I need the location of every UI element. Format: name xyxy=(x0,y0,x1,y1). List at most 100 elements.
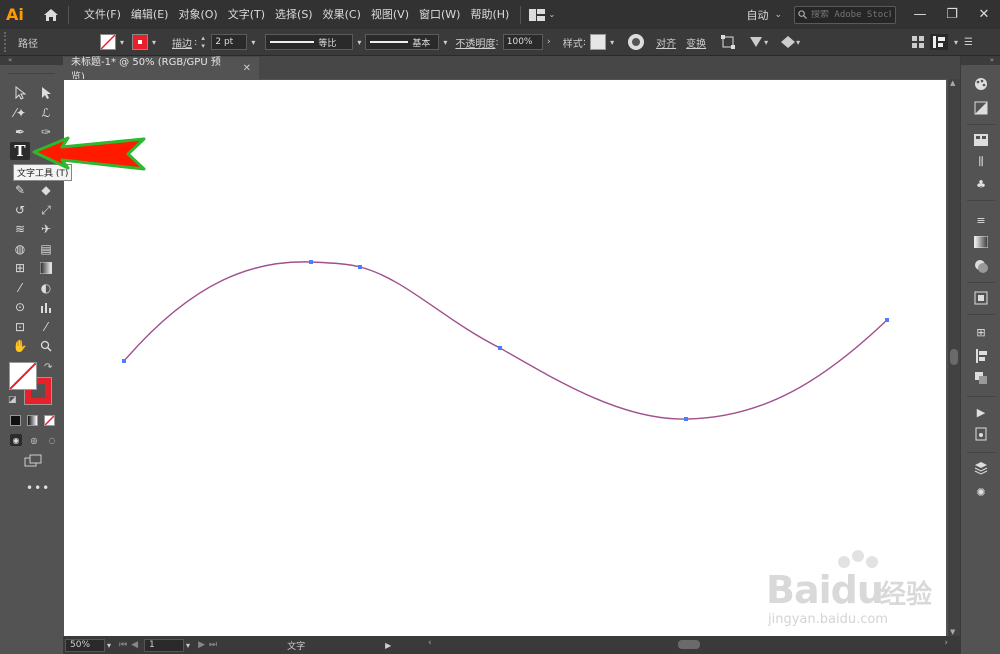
menu-edit[interactable]: 编辑(E) xyxy=(126,0,174,29)
pen-tool-icon[interactable]: ✒ xyxy=(10,123,30,141)
artwork[interactable] xyxy=(64,80,946,636)
symbols-icon[interactable]: ♣ xyxy=(972,176,990,192)
swap-colors-icon[interactable]: ↷ xyxy=(44,362,52,373)
status-menu-icon[interactable]: ▶ xyxy=(385,641,391,650)
minimize-button[interactable]: — xyxy=(904,0,936,29)
menu-select[interactable]: 选择(S) xyxy=(270,0,318,29)
chevron-down-icon[interactable]: ▾ xyxy=(116,34,128,50)
swatches-icon[interactable] xyxy=(972,132,990,148)
graphic-style-swatch[interactable] xyxy=(590,34,607,50)
control-bar-grip[interactable] xyxy=(4,32,12,52)
search-input[interactable] xyxy=(811,9,891,20)
puppet-warp-tool-icon[interactable]: ✈ xyxy=(36,220,56,238)
stroke-stepper[interactable]: ▴ ▾ xyxy=(201,34,211,50)
document-tab[interactable]: 未标题-1* @ 50% (RGB/GPU 预览) ✕ xyxy=(63,57,259,83)
menu-type[interactable]: 文字(T) xyxy=(223,0,270,29)
panel-grip[interactable] xyxy=(8,66,55,74)
last-artboard-icon[interactable]: ⏭ xyxy=(209,640,217,650)
selection-tool-icon[interactable] xyxy=(10,84,30,102)
next-artboard-icon[interactable]: ▶ xyxy=(198,640,205,650)
home-icon[interactable] xyxy=(40,4,62,26)
gradient-tool-icon[interactable] xyxy=(36,259,56,277)
draw-inside-icon[interactable]: ◌ xyxy=(46,434,58,446)
opacity-field[interactable]: 100% xyxy=(502,34,543,50)
chevron-down-icon[interactable]: ▾ xyxy=(148,34,160,50)
arrange-icon[interactable] xyxy=(912,36,924,48)
warp-tool-icon[interactable]: ≋ xyxy=(10,220,30,238)
chevron-down-icon[interactable]: ▾ xyxy=(954,38,958,47)
arrange-documents-button[interactable]: ⌄ xyxy=(527,4,557,26)
chevron-right-icon[interactable]: › xyxy=(543,34,555,50)
collapse-panel-icon[interactable]: « xyxy=(0,56,63,65)
direct-selection-tool-icon[interactable] xyxy=(36,84,56,102)
actions-play-icon[interactable]: ▶ xyxy=(972,404,990,420)
transform-label[interactable]: 变换 xyxy=(686,35,706,50)
brush-definition[interactable]: 基本 xyxy=(365,34,440,50)
type-tool-icon[interactable]: T xyxy=(10,142,30,160)
none-mode-icon[interactable] xyxy=(44,415,55,426)
zoom-field[interactable]: 50% xyxy=(65,638,105,652)
chevron-down-icon[interactable]: ▾ xyxy=(186,641,190,650)
menu-file[interactable]: 文件(F) xyxy=(79,0,126,29)
stock-search[interactable] xyxy=(794,5,896,24)
hamburger-menu-icon[interactable]: ☰ xyxy=(964,37,973,48)
asset-export-icon[interactable] xyxy=(972,426,990,442)
libraries-icon[interactable]: ✺ xyxy=(972,484,990,500)
symbol-sprayer-tool-icon[interactable]: ⊙ xyxy=(10,298,30,316)
magic-wand-tool-icon[interactable]: ⁄✦ xyxy=(10,104,30,122)
recolor-artwork-icon[interactable] xyxy=(628,34,645,50)
default-colors-icon[interactable]: ◪ xyxy=(8,395,17,405)
screen-mode-icon[interactable] xyxy=(24,454,42,468)
hand-tool-icon[interactable]: ✋ xyxy=(10,337,30,355)
mesh-tool-icon[interactable]: ⊞ xyxy=(10,259,30,277)
more-tools-icon[interactable]: ••• xyxy=(26,481,50,495)
close-icon[interactable]: ✕ xyxy=(243,63,251,74)
chevron-down-icon[interactable]: ▾ xyxy=(353,34,365,50)
close-window-button[interactable]: ✕ xyxy=(968,0,1000,29)
menu-view[interactable]: 视图(V) xyxy=(366,0,414,29)
eraser-tool-icon[interactable]: ◆ xyxy=(36,181,56,199)
blend-tool-icon[interactable]: ◐ xyxy=(36,279,56,297)
chevron-down-icon[interactable]: ▾ xyxy=(439,34,451,50)
artboard-number-field[interactable]: 1 xyxy=(144,638,185,652)
menu-window[interactable]: 窗口(W) xyxy=(414,0,465,29)
menu-help[interactable]: 帮助(H) xyxy=(465,0,514,29)
color-guide-icon[interactable] xyxy=(972,100,990,116)
horizontal-scroll-thumb[interactable] xyxy=(678,640,700,649)
stroke-label[interactable]: 描边 xyxy=(172,35,192,50)
chevron-down-icon[interactable]: ▾ xyxy=(247,34,259,50)
scroll-up-icon[interactable]: ▲ xyxy=(950,79,955,87)
gradient-panel-icon[interactable] xyxy=(972,234,990,250)
zoom-tool-icon[interactable] xyxy=(36,337,56,355)
isolate-button[interactable]: ▾ xyxy=(748,35,768,49)
align-label[interactable]: 对齐 xyxy=(656,35,676,50)
color-panel-icon[interactable] xyxy=(972,76,990,92)
variable-width-profile[interactable]: 等比 xyxy=(265,34,354,50)
previous-artboard-icon[interactable]: ◀ xyxy=(131,640,138,650)
brushes-icon[interactable]: ⫼ xyxy=(972,154,990,170)
shape-builder-tool-icon[interactable]: ◍ xyxy=(10,240,30,258)
rotate-tool-icon[interactable]: ↺ xyxy=(10,201,30,219)
perspective-grid-tool-icon[interactable]: ▤ xyxy=(36,240,56,258)
control-panel-menu-button[interactable] xyxy=(930,34,948,50)
appearance-icon[interactable] xyxy=(972,290,990,306)
pathfinder-icon[interactable] xyxy=(972,370,990,386)
vertical-scroll-thumb[interactable] xyxy=(950,349,958,365)
scroll-down-icon[interactable]: ▼ xyxy=(950,628,955,636)
draw-behind-icon[interactable]: ◎ xyxy=(28,434,40,446)
transform-panel-icon[interactable] xyxy=(972,348,990,364)
shaper-tool-icon[interactable]: ✎ xyxy=(10,181,30,199)
vertical-scrollbar[interactable]: ▲ ▼ xyxy=(948,79,960,636)
workspace-switcher[interactable]: 自动 xyxy=(746,7,768,23)
stroke-panel-icon[interactable]: ≡ xyxy=(972,212,990,228)
fill-color-swatch[interactable] xyxy=(9,362,37,390)
expand-panels-icon[interactable]: » xyxy=(961,56,1000,65)
align-panel-icon[interactable]: ⊞ xyxy=(972,324,990,340)
stroke-weight-field[interactable]: 2 pt xyxy=(211,34,248,50)
menu-effect[interactable]: 效果(C) xyxy=(318,0,366,29)
column-graph-tool-icon[interactable] xyxy=(36,298,56,316)
scale-tool-icon[interactable]: ⤢ xyxy=(36,201,56,219)
lasso-tool-icon[interactable]: ℒ xyxy=(36,104,56,122)
color-mode-icon[interactable] xyxy=(10,415,21,426)
shape-bounds-icon[interactable] xyxy=(720,34,736,50)
